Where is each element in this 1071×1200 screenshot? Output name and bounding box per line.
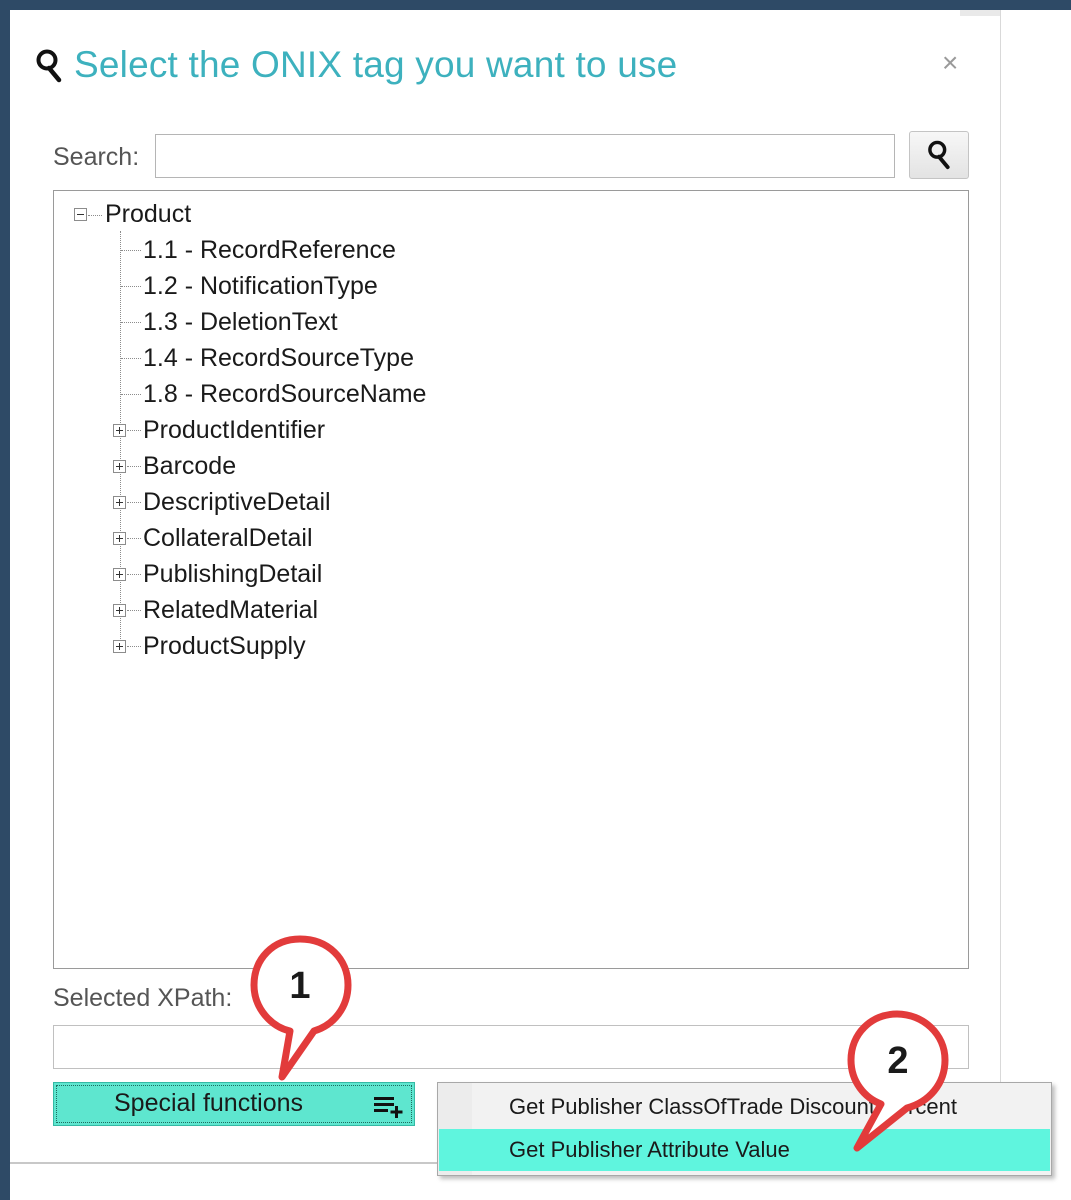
expand-icon[interactable] bbox=[113, 568, 126, 581]
expand-icon[interactable] bbox=[113, 604, 126, 617]
callout-marker-1: 1 bbox=[250, 935, 360, 1085]
tree-leaf[interactable]: 1.3 - DeletionText bbox=[143, 307, 338, 337]
callout-pin-shape bbox=[847, 1010, 949, 1152]
dialog-title: Select the ONIX tag you want to use bbox=[74, 44, 678, 85]
search-label: Search: bbox=[53, 143, 140, 171]
onix-tag-tree[interactable]: Product 1.1 - RecordReference 1.2 - Noti… bbox=[53, 190, 969, 969]
menu-item-classoftrade-discount[interactable]: Get Publisher ClassOfTrade Discount Perc… bbox=[439, 1086, 1050, 1128]
tree-group[interactable]: CollateralDetail bbox=[143, 523, 313, 553]
search-input[interactable] bbox=[155, 134, 895, 178]
search-icon bbox=[928, 140, 950, 170]
expand-icon[interactable] bbox=[113, 640, 126, 653]
search-button[interactable] bbox=[909, 131, 969, 179]
tree-group[interactable]: PublishingDetail bbox=[143, 559, 322, 589]
special-functions-menu: Get Publisher ClassOfTrade Discount Perc… bbox=[437, 1082, 1052, 1176]
tree-leaf[interactable]: 1.2 - NotificationType bbox=[143, 271, 378, 301]
tree-group[interactable]: ProductIdentifier bbox=[143, 415, 325, 445]
close-icon[interactable]: × bbox=[942, 48, 958, 78]
callout-number: 1 bbox=[289, 965, 311, 1007]
collapse-icon[interactable] bbox=[74, 208, 87, 221]
window-left-border bbox=[0, 0, 10, 1200]
tree-leaf[interactable]: 1.8 - RecordSourceName bbox=[143, 379, 426, 409]
xpath-field[interactable] bbox=[53, 1025, 969, 1069]
expand-icon[interactable] bbox=[113, 496, 126, 509]
callout-number: 2 bbox=[887, 1040, 909, 1082]
tree-group[interactable]: DescriptiveDetail bbox=[143, 487, 331, 517]
expand-icon[interactable] bbox=[113, 424, 126, 437]
expand-icon[interactable] bbox=[113, 460, 126, 473]
xpath-label: Selected XPath: bbox=[53, 984, 233, 1012]
callout-pin-shape bbox=[250, 935, 352, 1081]
tree-leaf[interactable]: 1.4 - RecordSourceType bbox=[143, 343, 414, 373]
expand-icon[interactable] bbox=[113, 532, 126, 545]
window-top-border bbox=[0, 0, 1071, 10]
special-functions-button[interactable]: Special functions bbox=[53, 1082, 415, 1126]
add-list-icon bbox=[374, 1097, 403, 1118]
dialog-right-edge-top bbox=[960, 10, 1000, 16]
tree-group[interactable]: Barcode bbox=[143, 451, 236, 481]
callout-marker-2: 2 bbox=[845, 1010, 955, 1160]
dialog-right-edge bbox=[1000, 10, 1001, 1100]
menu-item-publisher-attribute-value[interactable]: Get Publisher Attribute Value bbox=[439, 1129, 1050, 1171]
search-icon bbox=[36, 49, 62, 83]
special-functions-label: Special functions bbox=[114, 1089, 304, 1117]
menu-item-label: Get Publisher Attribute Value bbox=[509, 1137, 790, 1162]
dialog-bottom-edge bbox=[10, 1162, 440, 1164]
tree-node-product[interactable]: Product bbox=[105, 199, 191, 229]
tree-leaf[interactable]: 1.1 - RecordReference bbox=[143, 235, 396, 265]
tree-group[interactable]: RelatedMaterial bbox=[143, 595, 318, 625]
tree-group[interactable]: ProductSupply bbox=[143, 631, 306, 661]
